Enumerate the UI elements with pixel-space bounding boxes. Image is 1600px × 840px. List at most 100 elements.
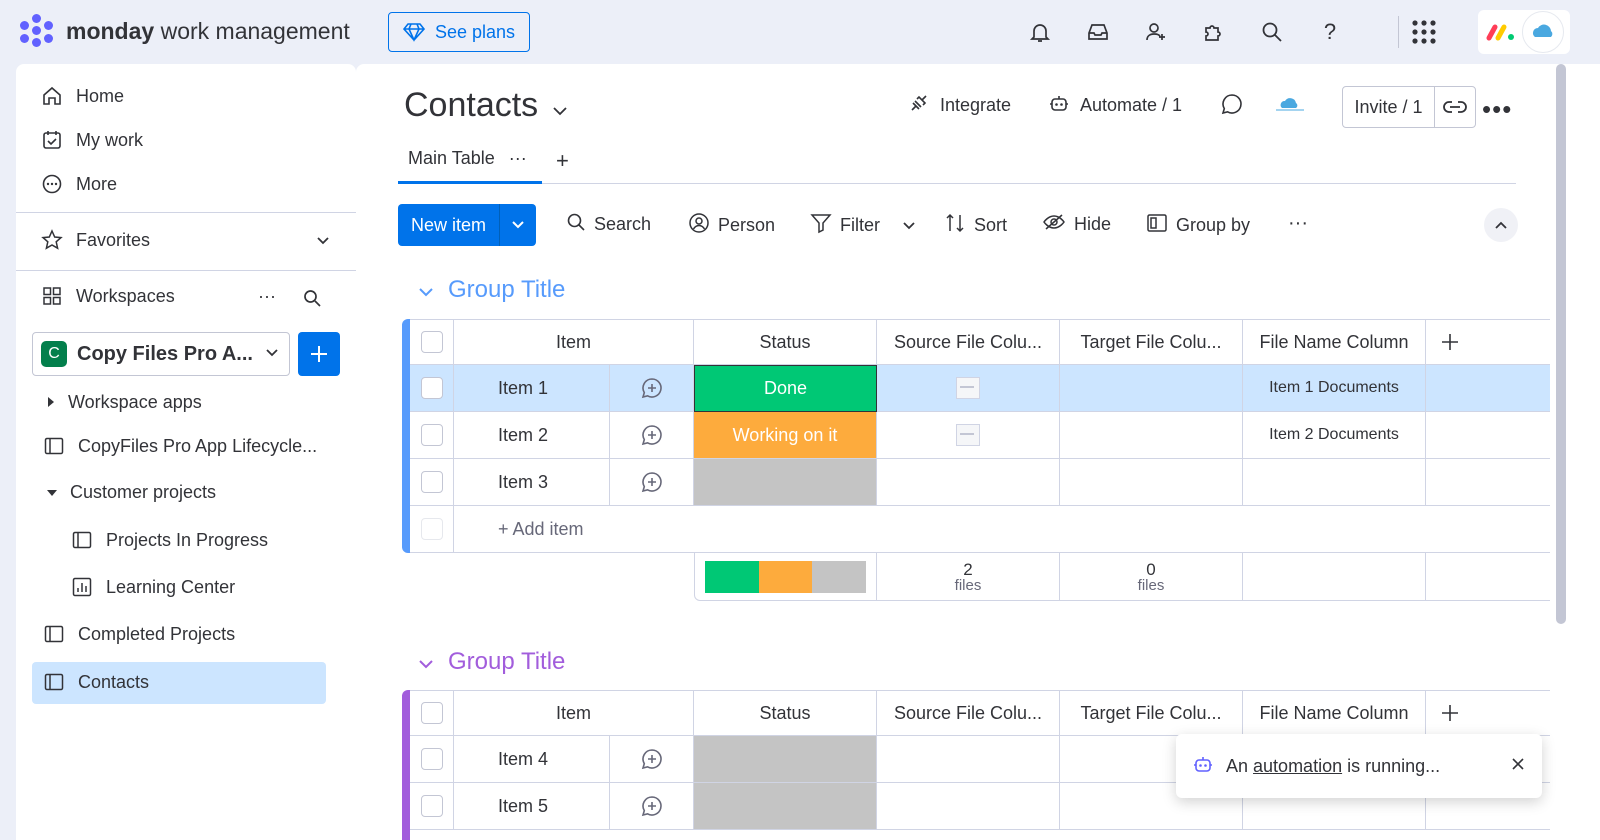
collapse-header-button[interactable] [1484, 208, 1518, 242]
sidebar-favorites[interactable]: Favorites [40, 228, 330, 252]
table-row-item-name[interactable]: Item 2 [454, 412, 610, 459]
target-file-cell[interactable] [1060, 412, 1243, 459]
source-file-cell[interactable] [877, 736, 1060, 783]
file-thumbnail-icon[interactable] [956, 377, 980, 399]
file-name-cell[interactable] [1243, 459, 1426, 506]
board-owner-logo-icon[interactable] [1274, 96, 1306, 112]
integrate-button[interactable]: Integrate [908, 92, 1011, 119]
updates-chat-icon[interactable] [1220, 92, 1244, 116]
apps-puzzle-icon[interactable] [1198, 16, 1230, 48]
workspace-selector[interactable]: C Copy Files Pro A... [32, 332, 290, 376]
sidebar-folder-customer-projects[interactable]: Customer projects [46, 482, 216, 503]
bell-icon[interactable] [1024, 16, 1056, 48]
automation-link[interactable]: automation [1253, 756, 1342, 776]
see-plans-button[interactable]: See plans [388, 12, 530, 52]
row-checkbox[interactable] [420, 471, 443, 493]
sidebar-item-more[interactable]: More [40, 172, 117, 196]
select-all-checkbox[interactable] [420, 331, 443, 353]
row-checkbox[interactable] [420, 795, 443, 817]
tab-options-icon[interactable]: ··· [509, 148, 527, 169]
chevron-down-icon[interactable] [500, 204, 536, 246]
status-cell-empty[interactable] [694, 459, 877, 506]
hide-button[interactable]: Hide [1042, 212, 1111, 237]
sidebar-item-copyfiles-lifecycle[interactable]: CopyFiles Pro App Lifecycle... [42, 434, 317, 458]
person-filter-button[interactable]: Person [688, 212, 775, 239]
close-icon[interactable] [1510, 756, 1526, 777]
sidebar-item-home[interactable]: Home [40, 84, 124, 108]
sidebar-item-projects-in-progress[interactable]: Projects In Progress [70, 528, 268, 552]
table-row-item-name[interactable]: Item 4 [454, 736, 610, 783]
account-menu[interactable] [1478, 10, 1570, 54]
filter-button[interactable]: Filter [810, 212, 916, 239]
file-thumbnail-icon[interactable] [956, 424, 980, 446]
add-update-icon[interactable] [610, 783, 694, 830]
file-name-cell[interactable]: Item 2 Documents [1243, 412, 1426, 459]
automate-button[interactable]: Automate / 1 [1048, 92, 1182, 119]
column-header-status[interactable]: Status [694, 319, 877, 365]
add-update-icon[interactable] [610, 412, 694, 459]
chevron-down-icon[interactable] [418, 648, 434, 676]
sidebar-item-contacts[interactable]: Contacts [42, 670, 149, 694]
add-column-button[interactable] [1426, 319, 1550, 365]
group-title-2[interactable]: Group Title [418, 648, 565, 676]
source-file-cell[interactable] [877, 365, 1060, 412]
chevron-down-icon[interactable] [902, 215, 916, 236]
target-file-cell[interactable] [1060, 459, 1243, 506]
add-view-button[interactable]: + [556, 148, 569, 174]
target-file-cell[interactable] [1060, 365, 1243, 412]
monday-logo[interactable]: monday work management [20, 14, 350, 48]
sidebar-item-my-work[interactable]: My work [40, 128, 143, 152]
file-name-cell[interactable]: Item 1 Documents [1243, 365, 1426, 412]
inbox-icon[interactable] [1082, 16, 1114, 48]
toolbar-more-icon[interactable]: ··· [1288, 212, 1308, 235]
add-item-input[interactable]: + Add item [454, 506, 1550, 553]
group-by-button[interactable]: Group by [1146, 212, 1250, 239]
column-header-target-file[interactable]: Target File Colu... [1060, 319, 1243, 365]
row-checkbox[interactable] [420, 377, 443, 399]
invite-members-icon[interactable] [1140, 16, 1172, 48]
new-item-button[interactable]: New item [398, 204, 536, 246]
status-summary-cell[interactable] [694, 553, 877, 601]
status-cell-working[interactable]: Working on it [694, 412, 877, 459]
column-header-status[interactable]: Status [694, 690, 877, 736]
app-grid-icon[interactable] [1408, 16, 1440, 48]
help-icon[interactable]: ? [1314, 16, 1346, 48]
column-header-file-name[interactable]: File Name Column [1243, 319, 1426, 365]
column-header-source-file[interactable]: Source File Colu... [877, 319, 1060, 365]
group-title-1[interactable]: Group Title [418, 276, 565, 304]
add-update-icon[interactable] [610, 459, 694, 506]
invite-button[interactable]: Invite / 1 [1342, 86, 1476, 128]
table-row-item-name[interactable]: Item 3 [454, 459, 610, 506]
column-header-item[interactable]: Item [454, 319, 694, 365]
add-workspace-item-button[interactable] [298, 332, 340, 376]
sidebar-item-completed-projects[interactable]: Completed Projects [42, 622, 235, 646]
chevron-down-icon[interactable] [418, 276, 434, 304]
sidebar-item-learning-center[interactable]: Learning Center [70, 575, 235, 599]
add-update-icon[interactable] [610, 365, 694, 412]
copy-link-icon[interactable] [1435, 100, 1475, 114]
column-header-source-file[interactable]: Source File Colu... [877, 690, 1060, 736]
add-column-button[interactable] [1426, 690, 1550, 736]
source-file-cell[interactable] [877, 459, 1060, 506]
status-cell-empty[interactable] [694, 736, 877, 783]
status-cell-done[interactable]: Done [694, 365, 877, 412]
board-title[interactable]: Contacts [404, 86, 568, 125]
table-row-item-name[interactable]: Item 1 [454, 365, 610, 412]
workspaces-more-icon[interactable]: ··· [258, 286, 276, 307]
row-checkbox[interactable] [420, 748, 443, 770]
tab-main-table[interactable]: Main Table ··· [398, 136, 542, 184]
column-header-target-file[interactable]: Target File Colu... [1060, 690, 1243, 736]
sidebar-item-workspace-apps[interactable]: Workspace apps [46, 392, 202, 413]
column-header-file-name[interactable]: File Name Column [1243, 690, 1426, 736]
add-update-icon[interactable] [610, 736, 694, 783]
column-header-item[interactable]: Item [454, 690, 694, 736]
status-cell-empty[interactable] [694, 783, 877, 830]
sort-button[interactable]: Sort [944, 212, 1007, 239]
row-checkbox[interactable] [420, 424, 443, 446]
source-file-cell[interactable] [877, 783, 1060, 830]
board-more-icon[interactable]: ••• [1482, 94, 1512, 125]
page-scrollbar[interactable] [1556, 64, 1566, 624]
table-row-item-name[interactable]: Item 5 [454, 783, 610, 830]
sidebar-workspaces[interactable]: Workspaces [40, 284, 175, 308]
select-all-checkbox[interactable] [420, 702, 443, 724]
